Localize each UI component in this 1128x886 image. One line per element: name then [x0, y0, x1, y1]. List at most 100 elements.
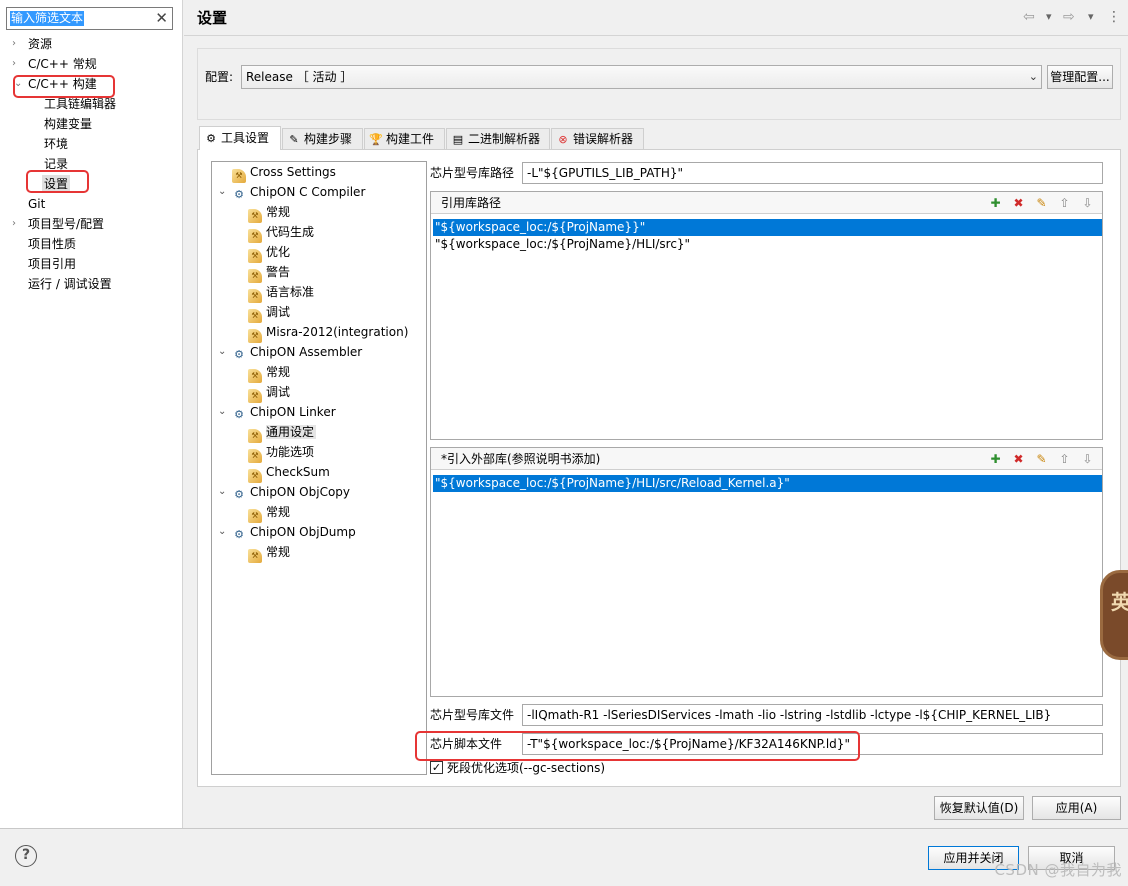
chevron-down-icon[interactable]: ⌄ — [218, 343, 226, 361]
back-arrow-icon[interactable]: ⇦ — [1023, 8, 1035, 26]
clear-filter-icon[interactable]: ✕ — [155, 9, 168, 27]
tool-tree-tool[interactable]: ⌄ ⚙ ChipON ObjCopy — [218, 483, 351, 501]
nav-item[interactable]: 构建变量 — [44, 115, 92, 133]
input-method-widget[interactable]: 英 — [1100, 570, 1128, 660]
tool-tree-option[interactable]: ⚒ CheckSum — [248, 463, 330, 483]
chip-lib-path-input[interactable]: -L"${GPUTILS_LIB_PATH}" — [522, 162, 1103, 184]
tool-tree-label: CheckSum — [266, 465, 330, 479]
forward-arrow-icon[interactable]: ⇨ — [1063, 8, 1075, 26]
forward-history-chevron-icon[interactable]: ▾ — [1088, 8, 1094, 26]
tab-build-artifact[interactable]: 🏆 构建工件 — [364, 128, 445, 149]
chevron-right-icon[interactable]: › — [12, 55, 16, 73]
tool-tree-option[interactable]: ⚒ 常规 — [248, 503, 291, 523]
tool-tree[interactable]: ⚒ Cross Settings ⌄ ⚙ ChipON C Compiler ⚒ 常规 ⚒ 代码… — [211, 161, 427, 775]
filter-input-text: 输入筛选文本 — [10, 11, 85, 26]
external-libraries-header: *引入外部库(参照说明书添加) ✚ ✖ ✎ ⇧ ⇩ — [431, 448, 1102, 470]
tool-tree-tool[interactable]: ⌄ ⚙ ChipON ObjDump — [218, 523, 356, 541]
option-category-icon: ⚒ — [248, 229, 262, 243]
external-libraries-list: *引入外部库(参照说明书添加) ✚ ✖ ✎ ⇧ ⇩ "${workspace_loc:/… — [430, 447, 1103, 697]
list-item[interactable]: "${workspace_loc:/${ProjName}/HLI/src/Re… — [433, 475, 1102, 492]
restore-defaults-button[interactable]: 恢复默认值(D) — [934, 796, 1024, 820]
tool-tree-tool[interactable]: ⌄ ⚙ ChipON Linker — [218, 403, 336, 421]
delete-icon[interactable]: ✖ — [1010, 195, 1027, 211]
back-history-chevron-icon[interactable]: ▾ — [1046, 8, 1052, 26]
delete-icon[interactable]: ✖ — [1010, 451, 1027, 467]
tool-tree-label: ChipON ObjDump — [250, 525, 356, 539]
nav-item[interactable]: 运行 / 调试设置 — [28, 275, 112, 293]
tool-tree-label: 常规 — [266, 365, 291, 379]
nav-item[interactable]: 项目引用 — [28, 255, 76, 273]
tool-tree-option[interactable]: ⚒ Misra-2012(integration) — [248, 323, 409, 343]
tool-tree-tool[interactable]: ⌄ ⚙ ChipON C Compiler — [218, 183, 366, 201]
tool-tree-option[interactable]: ⚒ 功能选项 — [248, 443, 315, 463]
edit-icon[interactable]: ✎ — [1033, 195, 1050, 211]
nav-item[interactable]: 环境 — [44, 135, 68, 153]
tool-tree-label: 常规 — [266, 205, 291, 219]
trophy-icon: 🏆 — [369, 133, 383, 146]
nav-item[interactable]: 项目性质 — [28, 235, 76, 253]
option-category-icon: ⚒ — [248, 269, 262, 283]
tool-tree-option[interactable]: ⚒ 常规 — [248, 363, 291, 383]
chevron-right-icon[interactable]: › — [12, 215, 16, 233]
nav-item[interactable]: 项目型号/配置 — [28, 215, 104, 233]
checkmark-icon: ✓ — [431, 761, 442, 774]
tool-tree-label: ChipON ObjCopy — [250, 485, 351, 499]
tool-tree-option[interactable]: ⚒ 通用设定 — [248, 423, 317, 443]
tool-gear-icon: ⚙ — [234, 528, 244, 541]
tool-tree-option[interactable]: ⚒ 常规 — [248, 543, 290, 563]
chip-lib-file-input[interactable]: -lIQmath-R1 -lSeriesDIServices -lmath -l… — [522, 704, 1103, 726]
tool-tree-label: 功能选项 — [266, 445, 315, 459]
tab-label: 构建步骤 — [304, 132, 353, 146]
configuration-label: 配置: — [205, 70, 234, 84]
manage-configurations-button[interactable]: 管理配置... — [1047, 65, 1113, 89]
list-item[interactable]: "${workspace_loc:/${ProjName}}" — [433, 219, 1102, 236]
tab-binary-parsers[interactable]: ▤ 二进制解析器 — [446, 128, 550, 149]
tool-tree-label: ChipON C Compiler — [250, 185, 366, 199]
tab-error-parsers[interactable]: ⊗ 错误解析器 — [551, 128, 644, 149]
move-up-icon[interactable]: ⇧ — [1056, 451, 1073, 467]
list-item[interactable]: "${workspace_loc:/${ProjName}/HLI/src}" — [433, 236, 1102, 253]
highlight-box-script-file — [415, 731, 860, 761]
chip-lib-file-label: 芯片型号库文件 — [430, 708, 515, 722]
tool-tree-option[interactable]: ⚒ 常规 — [248, 203, 291, 223]
edit-icon[interactable]: ✎ — [1033, 451, 1050, 467]
nav-item[interactable]: C/C++ 常规 — [28, 55, 97, 73]
tool-tree-option[interactable]: ⚒ 语言标准 — [248, 283, 314, 303]
chevron-down-icon[interactable]: ⌄ — [218, 523, 226, 541]
library-paths-list: 引用库路径 ✚ ✖ ✎ ⇧ ⇩ "${workspace_loc:/${ProjName… — [430, 191, 1103, 440]
tool-tree-option[interactable]: ⚒ 调试 — [248, 383, 290, 403]
add-icon[interactable]: ✚ — [987, 451, 1004, 467]
chevron-right-icon[interactable]: › — [12, 35, 16, 53]
tool-tree-label: Misra-2012(integration) — [266, 325, 409, 339]
dead-code-optimization-checkbox[interactable]: ✓ — [430, 761, 443, 774]
tab-tool-settings[interactable]: ⚙ 工具设置 — [199, 126, 281, 150]
tool-tree-option[interactable]: ⚒ Cross Settings — [232, 163, 336, 183]
apply-button[interactable]: 应用(A) — [1032, 796, 1121, 820]
help-icon[interactable]: ? — [15, 845, 37, 867]
move-up-icon[interactable]: ⇧ — [1056, 195, 1073, 211]
option-category-icon: ⚒ — [248, 549, 262, 563]
tool-tree-option[interactable]: ⚒ 优化 — [248, 243, 290, 263]
tool-tree-option[interactable]: ⚒ 警告 — [248, 263, 290, 283]
chevron-down-icon[interactable]: ⌄ — [218, 483, 226, 501]
nav-item[interactable]: Git — [28, 195, 45, 213]
tool-tree-label: 常规 — [266, 505, 291, 519]
move-down-icon[interactable]: ⇩ — [1079, 451, 1096, 467]
tool-gear-icon: ⚙ — [234, 488, 244, 501]
option-category-icon: ⚒ — [248, 249, 262, 263]
tool-tree-tool[interactable]: ⌄ ⚙ ChipON Assembler — [218, 343, 363, 361]
gear-icon: ⚙ — [206, 132, 216, 145]
tool-tree-option[interactable]: ⚒ 代码生成 — [248, 223, 314, 243]
tool-tree-label: ChipON Assembler — [250, 345, 363, 359]
tab-build-steps[interactable]: ✎ 构建步骤 — [282, 128, 363, 149]
add-icon[interactable]: ✚ — [987, 195, 1004, 211]
chevron-down-icon[interactable]: ⌄ — [218, 183, 226, 201]
view-menu-icon[interactable]: ⋮ — [1107, 8, 1121, 26]
option-category-icon: ⚒ — [248, 309, 262, 323]
chevron-down-icon[interactable]: ⌄ — [218, 403, 226, 421]
move-down-icon[interactable]: ⇩ — [1079, 195, 1096, 211]
tool-tree-option[interactable]: ⚒ 调试 — [248, 303, 290, 323]
configuration-select[interactable]: Release ［ 活动 ］ ⌄ — [241, 65, 1042, 89]
nav-item[interactable]: 资源 — [28, 35, 52, 53]
filter-input[interactable]: 输入筛选文本 ✕ — [6, 7, 173, 30]
